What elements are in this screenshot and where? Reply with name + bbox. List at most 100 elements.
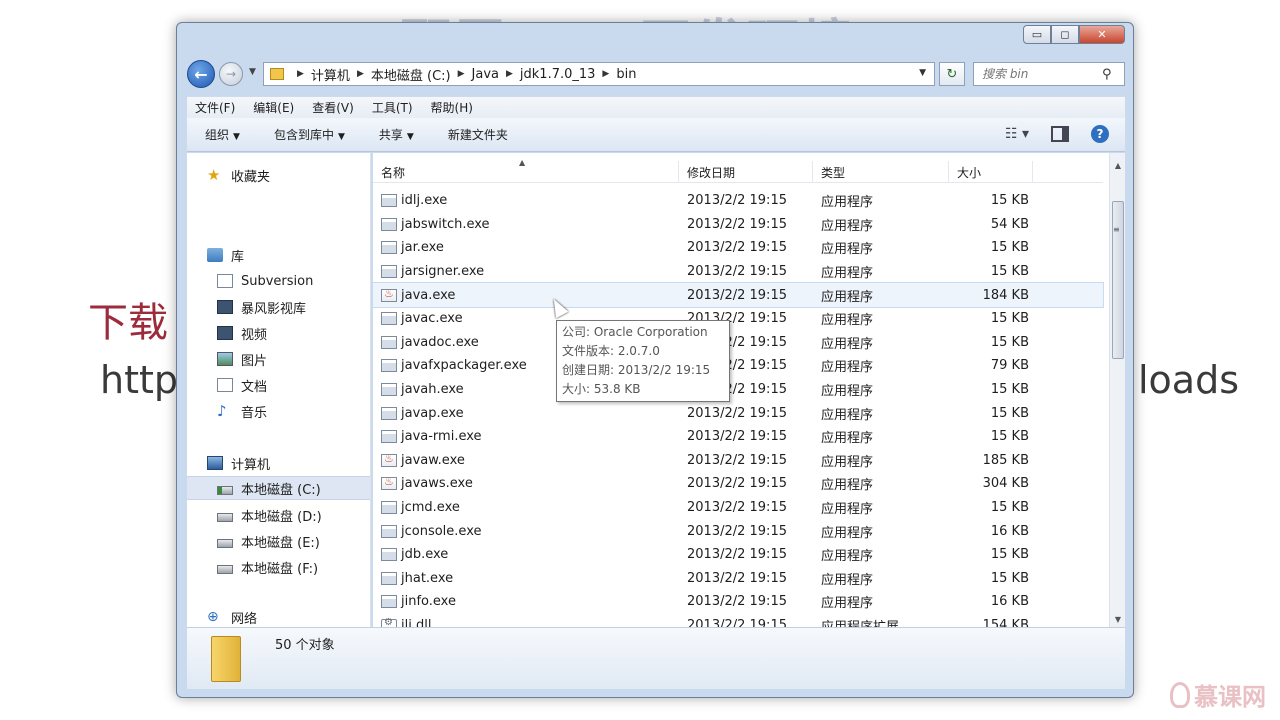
- file-name: jli.dll: [401, 617, 432, 627]
- file-row[interactable]: javadoc.exe 2013/2/2 19:15 应用程序 15 KB: [373, 331, 1103, 355]
- nav-drive-d[interactable]: 本地磁盘 (D:): [187, 503, 370, 527]
- new-folder-button[interactable]: 新建文件夹: [448, 126, 508, 143]
- vertical-scrollbar[interactable]: ▲ ≡ ▼: [1109, 153, 1125, 627]
- maximize-button[interactable]: ◻: [1051, 25, 1079, 44]
- file-row[interactable]: jconsole.exe 2013/2/2 19:15 应用程序 16 KB: [373, 519, 1103, 543]
- chevron-right-icon[interactable]: ▶: [506, 69, 513, 79]
- include-library-button[interactable]: 包含到库中 ▼: [274, 126, 345, 143]
- search-icon[interactable]: ⚲: [1102, 67, 1112, 82]
- chevron-right-icon[interactable]: ▶: [357, 69, 364, 79]
- nav-lib-pictures[interactable]: 图片: [187, 347, 370, 371]
- file-row[interactable]: java.exe 2013/2/2 19:15 应用程序 184 KB: [373, 282, 1104, 308]
- refresh-button[interactable]: ↻: [939, 62, 965, 86]
- scroll-down-icon[interactable]: ▼: [1110, 611, 1126, 627]
- folder-icon: [211, 636, 241, 682]
- file-row[interactable]: jcmd.exe 2013/2/2 19:15 应用程序 15 KB: [373, 496, 1103, 520]
- file-size: 15 KB: [990, 429, 1029, 445]
- executable-icon: [381, 571, 397, 585]
- nav-lib-videos[interactable]: 视频: [187, 321, 370, 345]
- back-button[interactable]: ←: [187, 60, 215, 88]
- executable-icon: [381, 194, 397, 208]
- file-type: 应用程序: [821, 431, 874, 447]
- chevron-down-icon: ▼: [337, 132, 345, 142]
- column-header-date[interactable]: 修改日期: [679, 161, 813, 183]
- column-header-type[interactable]: 类型: [813, 161, 949, 183]
- nav-lib-documents[interactable]: 文档: [187, 373, 370, 397]
- forward-button[interactable]: →: [219, 62, 243, 86]
- close-button[interactable]: ✕: [1079, 25, 1125, 44]
- menu-view[interactable]: 查看(V): [312, 99, 354, 116]
- address-bar[interactable]: ▶ 计算机 ▶ 本地磁盘 (C:) ▶ Java ▶ jdk1.7.0_13 ▶…: [263, 62, 935, 86]
- preview-pane-icon[interactable]: [1051, 126, 1069, 142]
- video-icon: [217, 326, 233, 340]
- help-icon[interactable]: ?: [1091, 125, 1109, 143]
- file-type: 应用程序: [821, 336, 874, 352]
- file-row[interactable]: javaw.exe 2013/2/2 19:15 应用程序 185 KB: [373, 449, 1103, 473]
- file-row[interactable]: javaws.exe 2013/2/2 19:15 应用程序 304 KB: [373, 472, 1103, 496]
- share-button[interactable]: 共享 ▼: [379, 126, 414, 143]
- file-row[interactable]: idlj.exe 2013/2/2 19:15 应用程序 15 KB: [373, 189, 1103, 213]
- file-row[interactable]: jhat.exe 2013/2/2 19:15 应用程序 15 KB: [373, 567, 1103, 591]
- file-name-cell: jli.dll: [373, 617, 679, 627]
- file-row[interactable]: java-rmi.exe 2013/2/2 19:15 应用程序 15 KB: [373, 425, 1103, 449]
- nav-drive-f[interactable]: 本地磁盘 (F:): [187, 555, 370, 579]
- file-row[interactable]: javafxpackager.exe 2013/2/2 19:15 应用程序 79 K…: [373, 354, 1103, 378]
- file-name: javadoc.exe: [401, 334, 479, 350]
- column-header-size[interactable]: 大小: [949, 161, 1033, 183]
- file-type: 应用程序: [821, 572, 874, 588]
- file-row[interactable]: jinfo.exe 2013/2/2 19:15 应用程序 16 KB: [373, 590, 1103, 614]
- drive-icon: [217, 564, 233, 574]
- file-name-cell: jhat.exe: [373, 571, 679, 586]
- java-app-icon: [381, 287, 397, 302]
- file-row[interactable]: jarsigner.exe 2013/2/2 19:15 应用程序 15 KB: [373, 260, 1103, 284]
- file-row[interactable]: jli.dll 2013/2/2 19:15 应用程序扩展 154 KB: [373, 614, 1103, 627]
- breadcrumb-jdk[interactable]: jdk1.7.0_13: [520, 67, 596, 82]
- dll-file-icon: [381, 617, 397, 627]
- breadcrumb-java[interactable]: Java: [472, 67, 499, 82]
- file-row[interactable]: javah.exe 2013/2/2 19:15 应用程序 15 KB: [373, 378, 1103, 402]
- nav-lib-subversion[interactable]: Subversion: [187, 269, 370, 293]
- file-date: 2013/2/2 19:15: [687, 429, 787, 445]
- file-date: 2013/2/2 19:15: [687, 500, 787, 516]
- file-size: 15 KB: [990, 570, 1029, 586]
- nav-drive-e[interactable]: 本地磁盘 (E:): [187, 529, 370, 553]
- breadcrumb-computer[interactable]: 计算机: [311, 65, 350, 84]
- menu-help[interactable]: 帮助(H): [431, 99, 473, 116]
- nav-network[interactable]: ⊕ 网络: [187, 605, 370, 627]
- nav-item-label: 本地磁盘 (C:): [241, 482, 321, 498]
- file-row[interactable]: jabswitch.exe 2013/2/2 19:15 应用程序 54 KB: [373, 213, 1103, 237]
- column-header-name[interactable]: ▲ 名称: [373, 158, 679, 183]
- search-input[interactable]: [980, 66, 1102, 82]
- slide-url-left: http: [100, 358, 179, 402]
- file-name: javap.exe: [401, 405, 464, 421]
- address-history-dropdown[interactable]: ▼: [919, 68, 926, 78]
- menu-file[interactable]: 文件(F): [195, 99, 235, 116]
- nav-computer[interactable]: 计算机: [187, 451, 370, 475]
- file-row[interactable]: jdb.exe 2013/2/2 19:15 应用程序 15 KB: [373, 543, 1103, 567]
- chevron-right-icon[interactable]: ▶: [458, 69, 465, 79]
- nav-lib-baofeng[interactable]: 暴风影视库: [187, 295, 370, 319]
- nav-libraries[interactable]: 库: [187, 243, 370, 267]
- nav-drive-c[interactable]: 本地磁盘 (C:): [187, 476, 370, 500]
- scroll-up-icon[interactable]: ▲: [1110, 157, 1126, 173]
- file-row[interactable]: jar.exe 2013/2/2 19:15 应用程序 15 KB: [373, 236, 1103, 260]
- details-pane: 50 个对象: [187, 627, 1125, 689]
- file-row[interactable]: javap.exe 2013/2/2 19:15 应用程序 15 KB: [373, 401, 1103, 425]
- menu-tools[interactable]: 工具(T): [372, 99, 413, 116]
- share-label: 共享: [378, 128, 403, 142]
- executable-icon: [381, 312, 397, 326]
- nav-favorites[interactable]: ★ 收藏夹: [187, 163, 370, 187]
- nav-lib-music[interactable]: ♪ 音乐: [187, 399, 370, 423]
- breadcrumb-drive-c[interactable]: 本地磁盘 (C:): [371, 65, 451, 84]
- menu-edit[interactable]: 编辑(E): [253, 99, 294, 116]
- file-row[interactable]: javac.exe 2013/2/2 19:15 应用程序 15 KB: [373, 307, 1103, 331]
- chevron-right-icon[interactable]: ▶: [297, 69, 304, 79]
- breadcrumb-bin[interactable]: bin: [616, 67, 636, 82]
- file-type: 应用程序: [821, 313, 874, 329]
- view-options-icon[interactable]: ☷ ▾: [1005, 126, 1029, 142]
- file-name-cell: java-rmi.exe: [373, 429, 679, 444]
- organize-button[interactable]: 组织 ▼: [205, 126, 240, 143]
- chevron-right-icon[interactable]: ▶: [602, 69, 609, 79]
- recent-pages-dropdown[interactable]: ▼: [249, 67, 256, 77]
- minimize-button[interactable]: ▭: [1023, 25, 1051, 44]
